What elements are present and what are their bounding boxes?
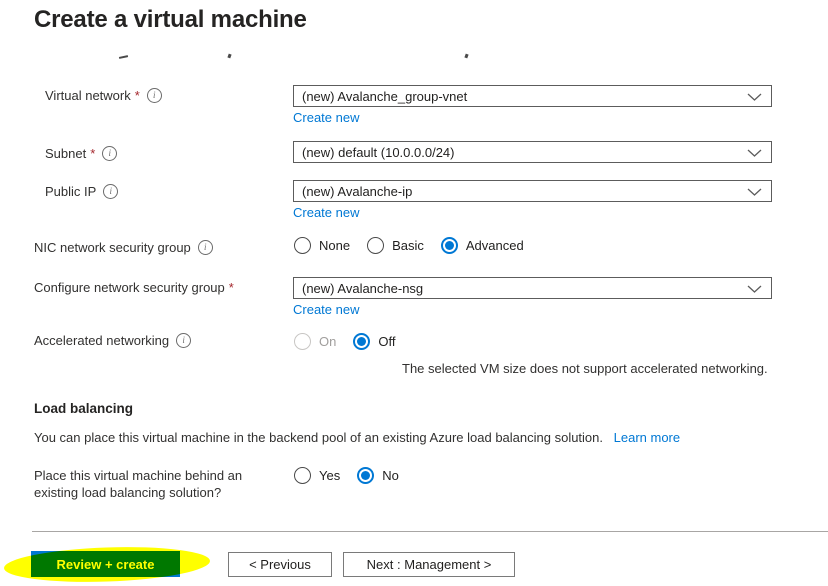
learn-more-link[interactable]: Learn more bbox=[614, 430, 680, 445]
page-title: Create a virtual machine bbox=[34, 6, 307, 33]
clipped-text-fragment bbox=[118, 55, 129, 59]
info-icon[interactable] bbox=[146, 88, 162, 103]
info-icon[interactable] bbox=[103, 184, 119, 199]
virtual-network-create-new-link[interactable]: Create new bbox=[293, 110, 359, 125]
accelerated-networking-radio-group: On Off bbox=[294, 333, 412, 350]
required-asterisk: * bbox=[228, 280, 234, 295]
load-balancing-radio-group: Yes No bbox=[294, 467, 416, 484]
previous-button[interactable]: < Previous bbox=[228, 552, 332, 577]
public-ip-dropdown[interactable]: (new) Avalanche-ip bbox=[293, 180, 772, 202]
next-management-button[interactable]: Next : Management > bbox=[343, 552, 515, 577]
nic-nsg-label: NIC network security group bbox=[34, 240, 213, 255]
subnet-dropdown[interactable]: (new) default (10.0.0.0/24) bbox=[293, 141, 772, 163]
radio-yes[interactable] bbox=[294, 467, 311, 484]
nic-nsg-radio-group: None Basic Advanced bbox=[294, 237, 541, 254]
clipped-text-fragment bbox=[464, 53, 469, 59]
configure-nsg-dropdown[interactable]: (new) Avalanche-nsg bbox=[293, 277, 772, 299]
radio-yes-label[interactable]: Yes bbox=[319, 468, 340, 483]
radio-on bbox=[294, 333, 311, 350]
radio-basic-label[interactable]: Basic bbox=[392, 238, 424, 253]
info-icon[interactable] bbox=[197, 240, 213, 255]
configure-nsg-label: Configure network security group * bbox=[34, 280, 234, 295]
accelerated-networking-label: Accelerated networking bbox=[34, 333, 192, 348]
radio-advanced-label[interactable]: Advanced bbox=[466, 238, 524, 253]
subnet-value: (new) default (10.0.0.0/24) bbox=[302, 144, 455, 160]
required-asterisk: * bbox=[90, 146, 96, 161]
load-balancing-question: Place this virtual machine behind an exi… bbox=[34, 468, 243, 500]
info-icon[interactable] bbox=[102, 146, 118, 161]
info-icon[interactable] bbox=[176, 333, 192, 348]
radio-basic[interactable] bbox=[367, 237, 385, 254]
public-ip-value: (new) Avalanche-ip bbox=[302, 183, 413, 199]
create-vm-page: Create a virtual machine Virtual network… bbox=[0, 0, 828, 586]
virtual-network-label: Virtual network * bbox=[45, 88, 162, 103]
radio-none[interactable] bbox=[294, 237, 311, 254]
accelerated-networking-note: The selected VM size does not support ac… bbox=[402, 361, 768, 376]
configure-nsg-create-new-link[interactable]: Create new bbox=[293, 302, 359, 317]
configure-nsg-value: (new) Avalanche-nsg bbox=[302, 280, 424, 296]
radio-off[interactable] bbox=[353, 333, 371, 350]
radio-none-label[interactable]: None bbox=[319, 238, 350, 253]
chevron-down-icon bbox=[747, 93, 762, 101]
public-ip-label: Public IP bbox=[45, 184, 119, 199]
review-create-button[interactable]: Review + create bbox=[31, 551, 180, 577]
radio-no-label[interactable]: No bbox=[382, 468, 399, 483]
load-balancing-description: You can place this virtual machine in th… bbox=[34, 430, 681, 445]
chevron-down-icon bbox=[747, 188, 762, 196]
required-asterisk: * bbox=[134, 88, 140, 103]
chevron-down-icon bbox=[747, 149, 762, 157]
radio-no[interactable] bbox=[357, 467, 375, 484]
virtual-network-value: (new) Avalanche_group-vnet bbox=[302, 88, 468, 104]
chevron-down-icon bbox=[747, 285, 762, 293]
load-balancing-heading: Load balancing bbox=[34, 401, 134, 416]
public-ip-create-new-link[interactable]: Create new bbox=[293, 205, 359, 220]
virtual-network-dropdown[interactable]: (new) Avalanche_group-vnet bbox=[293, 85, 772, 107]
radio-advanced[interactable] bbox=[440, 237, 458, 254]
subnet-label: Subnet * bbox=[45, 146, 118, 161]
radio-off-label[interactable]: Off bbox=[378, 334, 395, 349]
radio-on-label: On bbox=[319, 334, 337, 349]
clipped-text-fragment bbox=[227, 53, 232, 59]
footer-divider bbox=[32, 531, 828, 532]
